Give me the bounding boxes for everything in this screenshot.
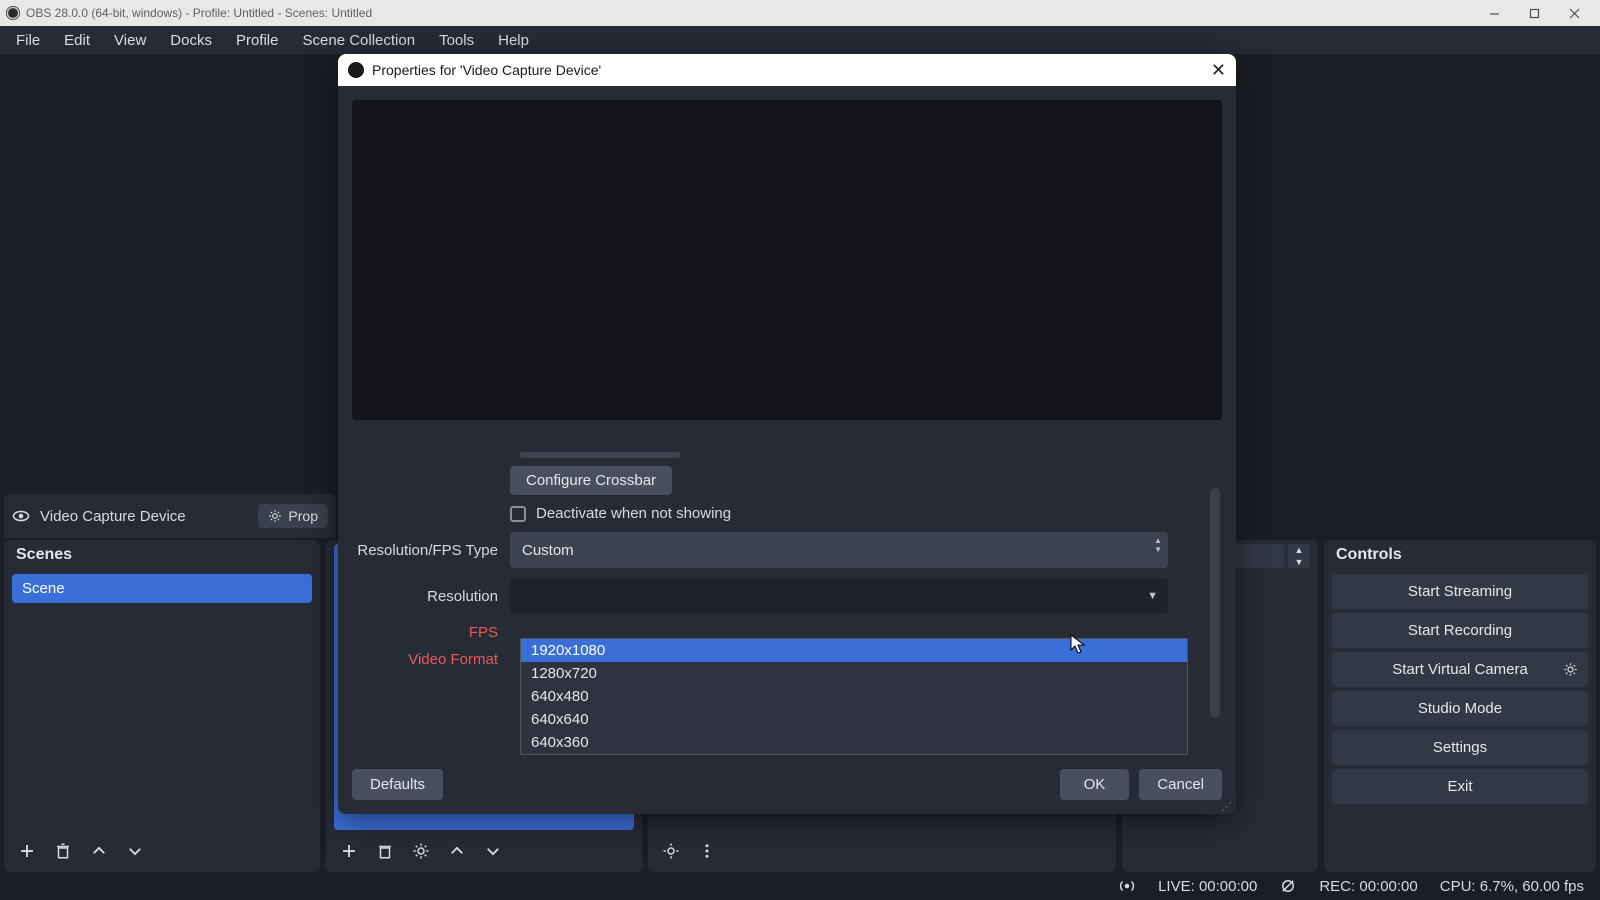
dialog-titlebar[interactable]: Properties for 'Video Capture Device' ✕	[338, 54, 1236, 86]
menu-edit[interactable]: Edit	[52, 28, 102, 53]
deactivate-label: Deactivate when not showing	[536, 505, 731, 522]
status-cpu: CPU: 6.7%, 60.00 fps	[1440, 878, 1584, 895]
resize-grip-icon[interactable]: ⋰	[1221, 804, 1232, 810]
virtual-camera-settings-button[interactable]	[1558, 658, 1582, 682]
dialog-preview	[352, 100, 1222, 420]
mixer-settings-button[interactable]	[658, 838, 684, 864]
dialog-title: Properties for 'Video Capture Device'	[372, 62, 601, 78]
move-scene-down-button[interactable]	[122, 838, 148, 864]
start-streaming-button[interactable]: Start Streaming	[1332, 574, 1588, 609]
menu-tools[interactable]: Tools	[427, 28, 486, 53]
menu-view[interactable]: View	[102, 28, 158, 53]
properties-dialog: Properties for 'Video Capture Device' ✕ …	[338, 54, 1236, 814]
transition-spin-down[interactable]: ▼	[1288, 556, 1310, 568]
move-source-up-button[interactable]	[444, 838, 470, 864]
chevron-down-icon: ▼	[1147, 590, 1158, 602]
menu-bar: File Edit View Docks Profile Scene Colle…	[0, 26, 1600, 54]
controls-header: Controls	[1324, 540, 1596, 570]
source-settings-button[interactable]	[408, 838, 434, 864]
exit-button[interactable]: Exit	[1332, 769, 1588, 804]
menu-file[interactable]: File	[4, 28, 52, 53]
configure-crossbar-button[interactable]: Configure Crossbar	[510, 466, 672, 495]
start-virtual-camera-button[interactable]: Start Virtual Camera	[1332, 652, 1588, 687]
studio-mode-button[interactable]: Studio Mode	[1332, 691, 1588, 726]
resolution-option[interactable]: 640x640	[521, 708, 1187, 731]
menu-profile[interactable]: Profile	[224, 28, 291, 53]
app-logo-icon	[6, 6, 20, 20]
broadcast-icon	[1118, 877, 1136, 895]
menu-docks[interactable]: Docks	[158, 28, 224, 53]
controls-panel: Controls Start Streaming Start Recording…	[1324, 540, 1596, 872]
record-status-icon	[1279, 877, 1297, 895]
delete-source-button[interactable]	[372, 838, 398, 864]
window-maximize-button[interactable]	[1514, 2, 1554, 24]
menu-scene-collection[interactable]: Scene Collection	[291, 28, 428, 53]
resolution-option[interactable]: 1920x1080	[521, 639, 1187, 662]
resolution-option[interactable]: 640x480	[521, 685, 1187, 708]
delete-scene-button[interactable]	[50, 838, 76, 864]
source-item-label[interactable]: Video Capture Device	[40, 508, 186, 525]
status-rec: REC: 00:00:00	[1319, 878, 1417, 895]
cancel-button[interactable]: Cancel	[1139, 769, 1222, 800]
settings-button[interactable]: Settings	[1332, 730, 1588, 765]
add-source-button[interactable]	[336, 838, 362, 864]
add-scene-button[interactable]	[14, 838, 40, 864]
resolution-option[interactable]: 640x360	[521, 731, 1187, 754]
ok-button[interactable]: OK	[1060, 769, 1130, 800]
move-source-down-button[interactable]	[480, 838, 506, 864]
move-scene-up-button[interactable]	[86, 838, 112, 864]
sources-top-strip: Video Capture Device Prop	[4, 494, 336, 538]
resolution-label: Resolution	[352, 588, 510, 605]
dialog-close-button[interactable]: ✕	[1211, 60, 1226, 81]
res-fps-type-label: Resolution/FPS Type	[352, 542, 510, 559]
window-title: OBS 28.0.0 (64-bit, windows) - Profile: …	[26, 6, 372, 20]
defaults-button[interactable]: Defaults	[352, 769, 443, 800]
resolution-combo[interactable]: ▼	[510, 578, 1168, 614]
res-fps-type-combo[interactable]: Custom ▲▼	[510, 532, 1168, 568]
scenes-header: Scenes	[4, 540, 320, 570]
partial-field-strip	[520, 452, 680, 458]
dialog-app-icon	[348, 62, 364, 78]
resolution-dropdown: 1920x1080 1280x720 640x480 640x640 640x3…	[520, 638, 1188, 755]
scenes-panel: Scenes Scene	[4, 540, 320, 872]
window-titlebar: OBS 28.0.0 (64-bit, windows) - Profile: …	[0, 0, 1600, 26]
gear-icon	[268, 509, 282, 523]
status-bar: LIVE: 00:00:00 REC: 00:00:00 CPU: 6.7%, …	[0, 872, 1600, 900]
eye-icon[interactable]	[12, 507, 30, 525]
menu-help[interactable]: Help	[486, 28, 541, 53]
window-close-button[interactable]	[1554, 2, 1594, 24]
deactivate-checkbox[interactable]	[510, 506, 526, 522]
source-properties-button[interactable]: Prop	[258, 504, 328, 528]
video-format-label: Video Format	[352, 651, 510, 668]
fps-label: FPS	[352, 624, 510, 641]
resolution-option[interactable]: 1280x720	[521, 662, 1187, 685]
mixer-menu-button[interactable]	[694, 838, 720, 864]
start-recording-button[interactable]: Start Recording	[1332, 613, 1588, 648]
scene-item[interactable]: Scene	[12, 574, 312, 603]
window-minimize-button[interactable]	[1474, 2, 1514, 24]
status-live: LIVE: 00:00:00	[1158, 878, 1257, 895]
transition-spin-up[interactable]: ▲	[1288, 544, 1310, 556]
